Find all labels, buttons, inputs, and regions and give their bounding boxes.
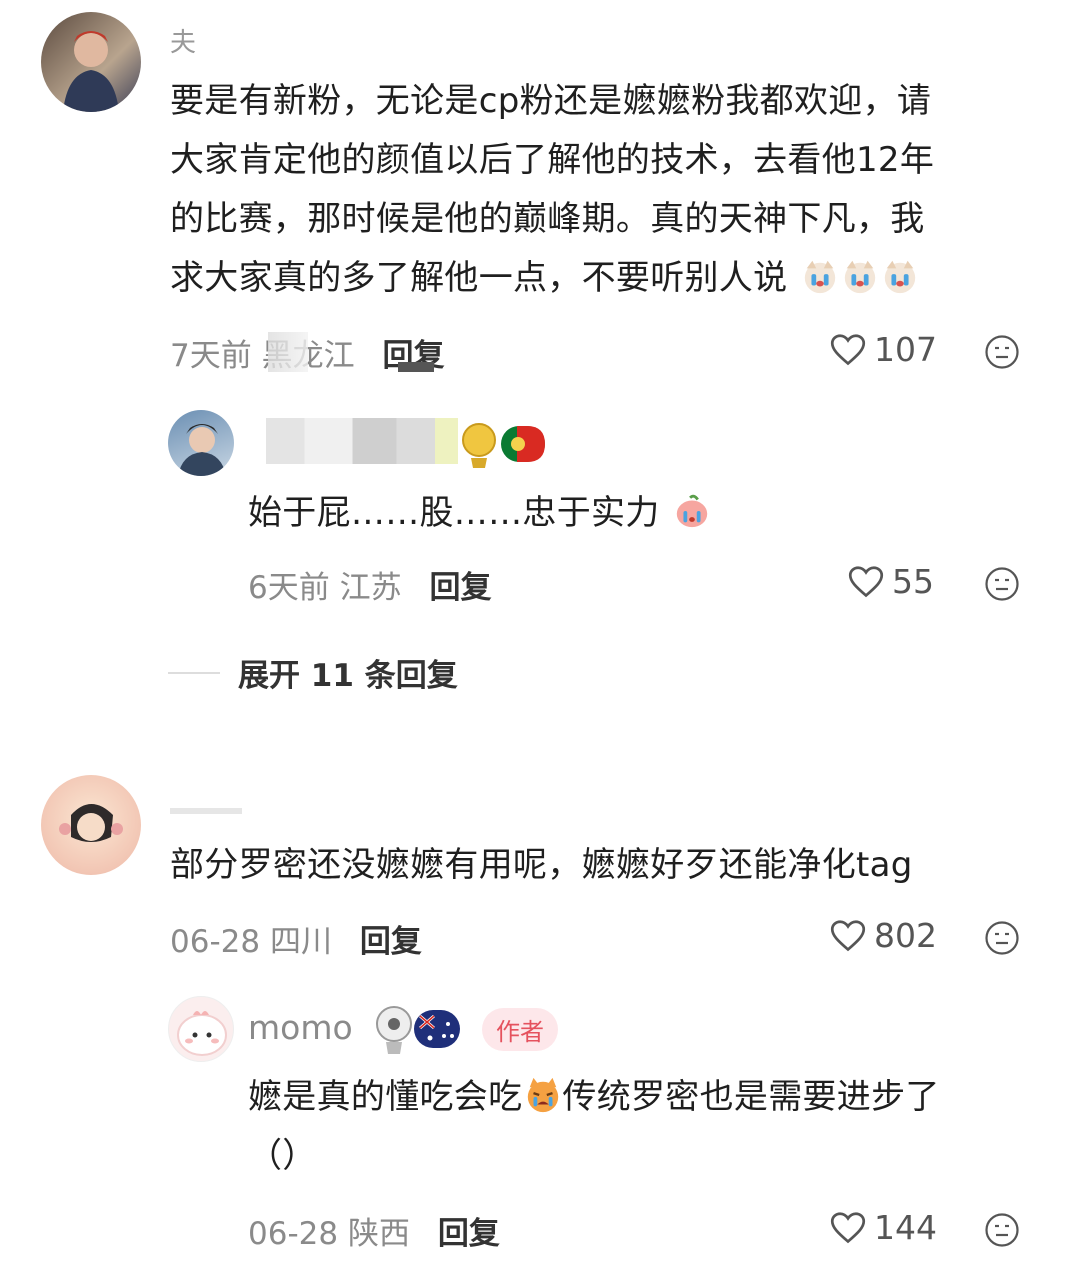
like-count: 802 <box>874 916 937 955</box>
location: 陕西 <box>347 1216 410 1252</box>
avatar[interactable] <box>41 775 141 875</box>
comment-meta: 06-28 四川 回复 <box>170 916 422 961</box>
like-count: 55 <box>892 562 934 601</box>
football-trophy-australia-badge-icon <box>376 1006 460 1054</box>
username[interactable]: momo <box>248 1008 353 1047</box>
dislike-face-icon[interactable] <box>984 1212 1020 1248</box>
blur-mask <box>170 808 242 814</box>
dislike-face-icon[interactable] <box>984 566 1020 602</box>
divider-line <box>168 671 220 674</box>
expand-replies-button[interactable]: 展开 11 条回复 <box>168 650 458 695</box>
dislike-face-icon[interactable] <box>984 334 1020 370</box>
avatar[interactable] <box>168 996 234 1062</box>
avatar[interactable] <box>41 12 141 112</box>
crying-dog-emoji-icon <box>884 260 915 294</box>
reply-text: 嬷是真的懂吃会吃 传统罗密也是需要进步了 （） <box>248 1077 940 1176</box>
location: 江苏 <box>339 570 402 606</box>
reply-button[interactable]: 回复 <box>438 1216 500 1252</box>
dislike-face-icon[interactable] <box>984 920 1020 956</box>
comment-text: 要是有新粉，无论是cp粉还是嬷嬷粉我都欢迎，请 大家肯定他的颜值以后了解他的技术… <box>170 81 935 298</box>
heart-icon <box>830 333 866 365</box>
avatar-photo <box>177 1011 227 1056</box>
crying-dog-emoji-icon <box>804 260 835 294</box>
reply-button[interactable]: 回复 <box>429 570 491 606</box>
timestamp: 6天前 <box>248 570 330 606</box>
reply-button[interactable]: 回复 <box>360 924 422 960</box>
crying-cat-emoji-icon <box>528 1077 559 1113</box>
blur-mask <box>268 332 308 372</box>
crying-peach-emoji-icon <box>676 494 707 528</box>
reply-meta: 06-28 陕西 回复 <box>248 1208 500 1253</box>
username[interactable]: 夫 <box>170 22 196 59</box>
blur-mask <box>266 418 458 464</box>
avatar-photo <box>178 424 226 476</box>
reply-text: 始于屁……股……忠于实力 <box>248 484 1028 543</box>
football-trophy-portugal-badge-icon <box>462 423 545 468</box>
avatar-photo <box>63 31 119 112</box>
like-button[interactable]: 107 <box>830 330 937 369</box>
timestamp: 06-28 <box>248 1216 339 1252</box>
reply-meta: 6天前 江苏 回复 <box>248 562 491 607</box>
heart-icon <box>830 919 866 951</box>
like-button[interactable]: 144 <box>830 1208 937 1247</box>
timestamp: 7天前 <box>170 338 252 374</box>
like-button[interactable]: 55 <box>848 562 934 601</box>
blur-mask <box>398 362 434 372</box>
like-count: 107 <box>874 330 937 369</box>
heart-icon <box>830 1211 866 1243</box>
like-button[interactable]: 802 <box>830 916 937 955</box>
location: 四川 <box>269 924 332 960</box>
heart-icon <box>848 565 884 597</box>
avatar-photo <box>59 804 123 842</box>
author-badge: 作者 <box>482 1008 558 1051</box>
avatar[interactable] <box>168 410 234 476</box>
crying-dog-emoji-icon <box>844 260 875 294</box>
timestamp: 06-28 <box>170 924 261 960</box>
like-count: 144 <box>874 1208 937 1247</box>
comment-text: 部分罗密还没嬷嬷有用呢，嬷嬷好歹还能净化tag <box>170 845 913 885</box>
